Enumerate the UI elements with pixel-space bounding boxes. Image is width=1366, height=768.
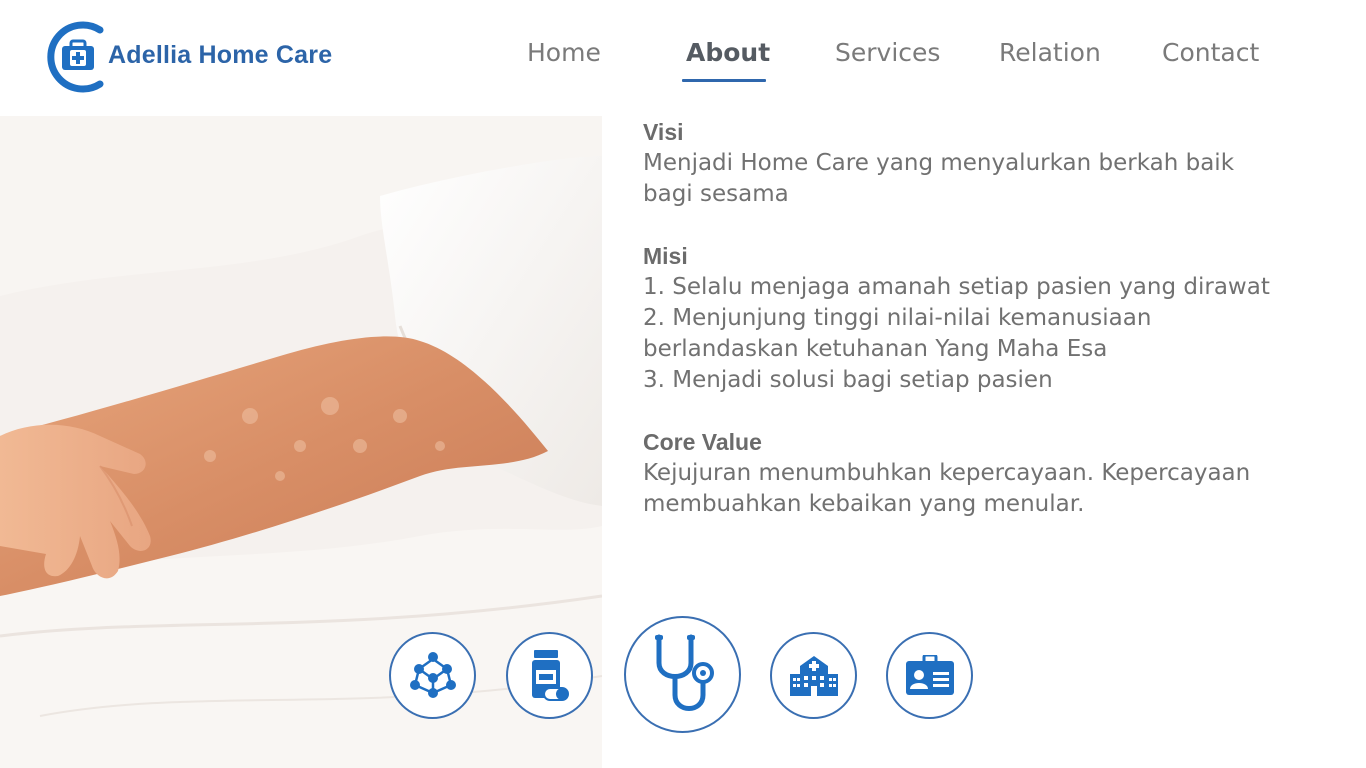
misi-item: 1. Selalu menjaga amanah setiap pasien y… xyxy=(643,274,1270,300)
service-stethoscope-button[interactable] xyxy=(624,616,741,733)
misi-item: berlandaskan ketuhanan Yang Maha Esa xyxy=(643,336,1108,362)
id-card-icon xyxy=(905,654,954,695)
misi-item: 3. Menjadi solusi bagi setiap pasien xyxy=(643,367,1053,393)
stethoscope-icon xyxy=(654,634,714,711)
misi-title: Misi xyxy=(643,243,688,269)
about-content: Visi Menjadi Home Care yang menyalurkan … xyxy=(643,117,1323,520)
core-value-text: membuahkan kebaikan yang menular. xyxy=(643,491,1085,517)
nav-contact[interactable]: Contact xyxy=(1162,38,1259,67)
service-medicine-button[interactable] xyxy=(506,632,593,719)
service-hospital-button[interactable] xyxy=(770,632,857,719)
main-nav: Home About Services Relation Contact xyxy=(0,0,1366,116)
visi-title: Visi xyxy=(643,119,684,145)
service-idcard-button[interactable] xyxy=(886,632,973,719)
network-people-icon xyxy=(409,651,456,698)
nav-active-indicator xyxy=(682,79,766,82)
core-value-text: Kejujuran menumbuhkan kepercayaan. Keper… xyxy=(643,460,1251,486)
visi-text-line: Menjadi Home Care yang menyalurkan berka… xyxy=(643,150,1235,176)
misi-item: 2. Menjunjung tinggi nilai-nilai kemanus… xyxy=(643,305,1152,331)
core-value-title: Core Value xyxy=(643,429,762,455)
site-header: Adellia Home Care Home About Services Re… xyxy=(0,0,1366,116)
nav-home[interactable]: Home xyxy=(527,38,601,67)
visi-text-line: bagi sesama xyxy=(643,181,789,207)
hospital-icon xyxy=(789,655,838,696)
service-network-button[interactable] xyxy=(389,632,476,719)
medicine-bottle-icon xyxy=(531,649,569,701)
nav-services[interactable]: Services xyxy=(835,38,940,67)
nav-about[interactable]: About xyxy=(686,38,770,67)
nav-relation[interactable]: Relation xyxy=(999,38,1101,67)
